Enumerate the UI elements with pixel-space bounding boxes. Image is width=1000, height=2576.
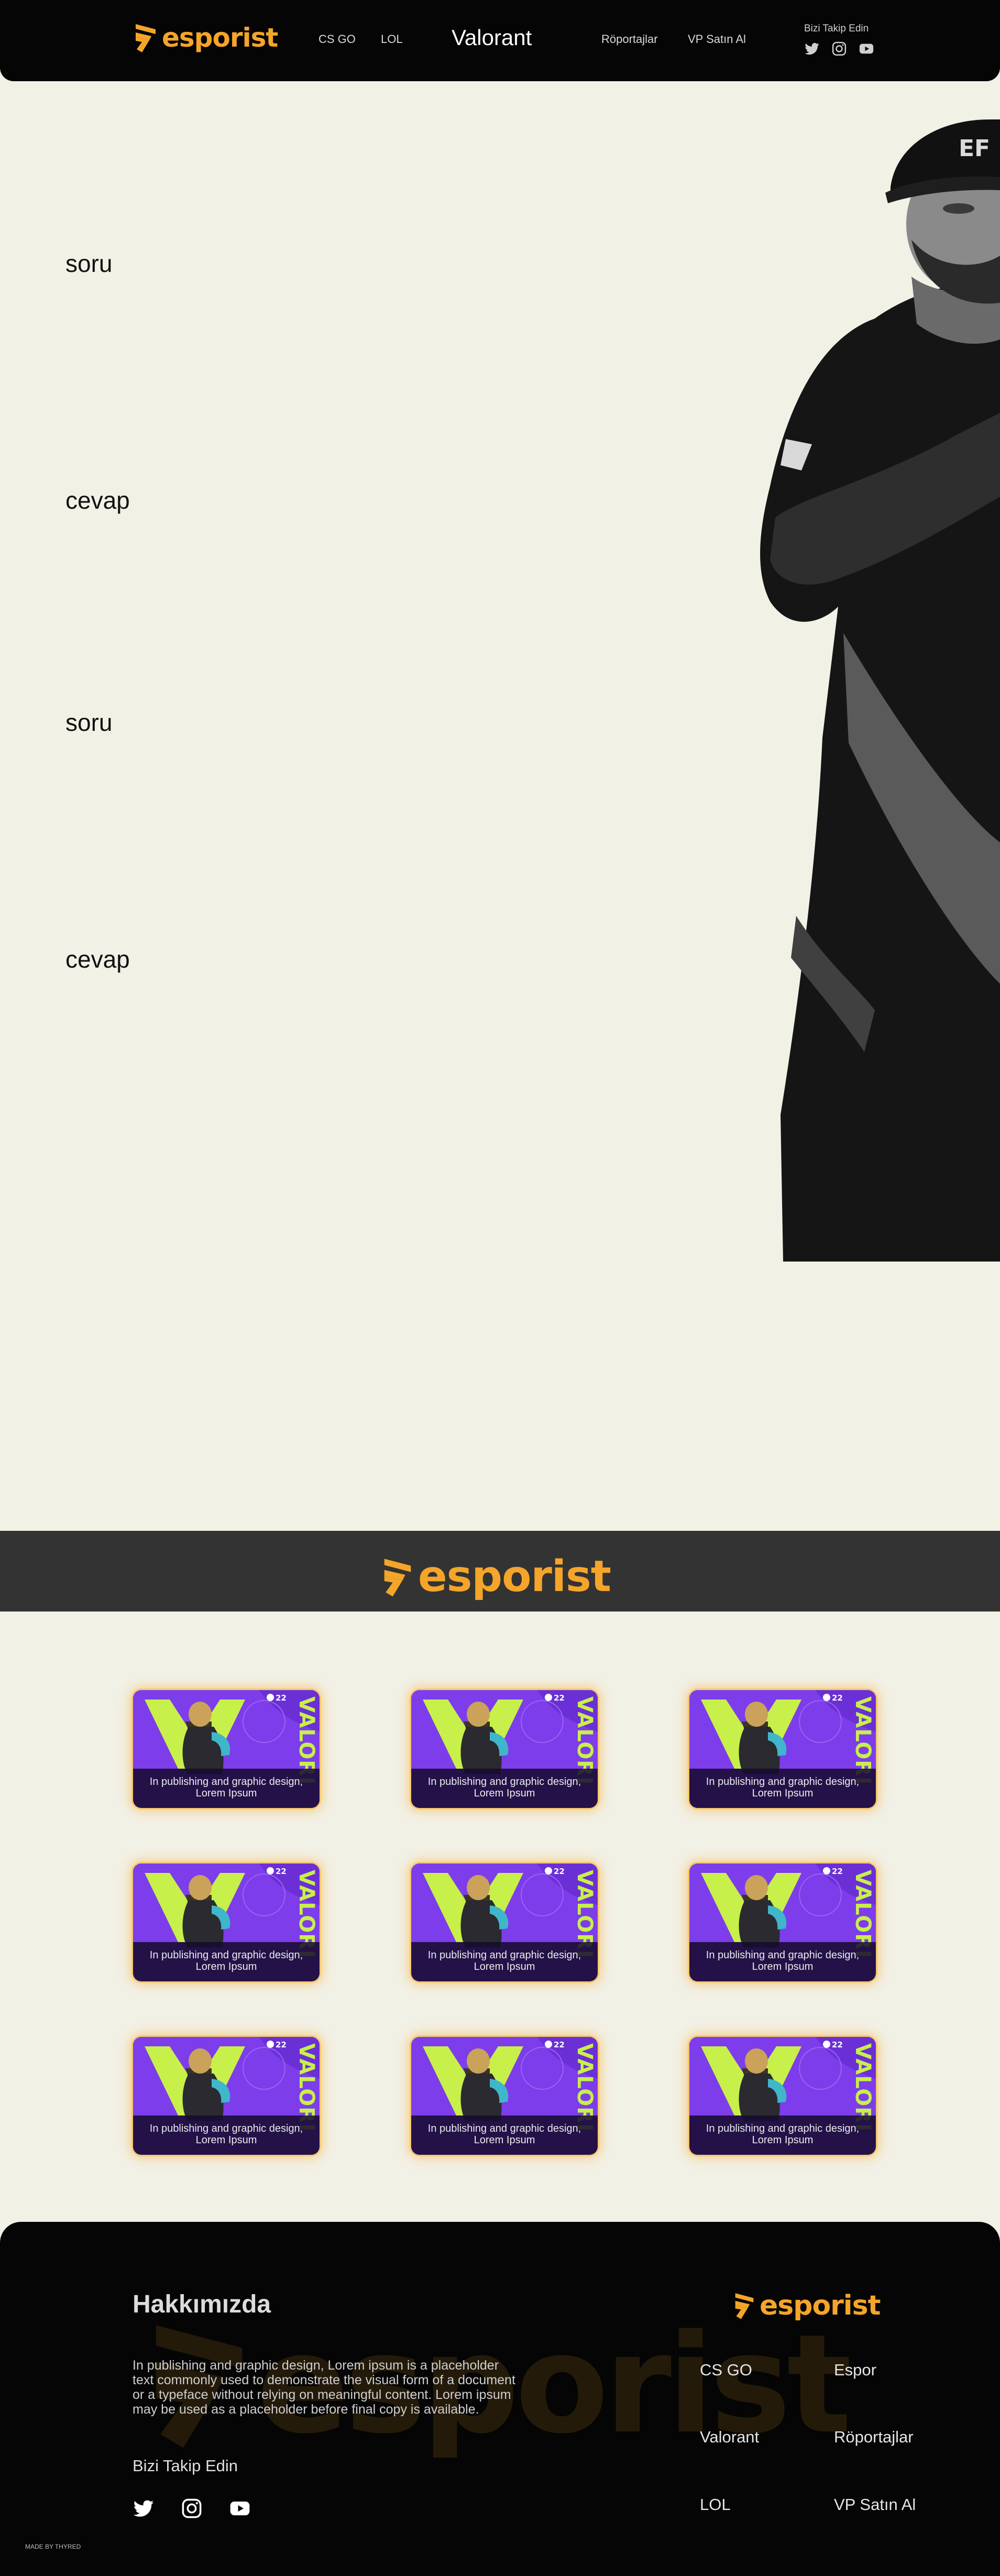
card-caption: In publishing and graphic design, Lorem … [689,1769,876,1808]
banner-logo: esporist [381,1552,611,1602]
footer-social-links [133,2497,251,2522]
about-line: In publishing and graphic design, Lorem … [133,2358,499,2373]
news-card[interactable]: 22 VALORI In publishing and graphic desi… [689,1864,876,1981]
footer-link-espor[interactable]: Espor [834,2361,876,2380]
footer-link-valorant[interactable]: Valorant [700,2428,759,2447]
about-line: or a typeface without relying on meaning… [133,2387,511,2402]
about-title: Hakkımızda [133,2290,271,2318]
nav-roportajlar[interactable]: Röportajlar [601,32,658,46]
card-caption: In publishing and graphic design, Lorem … [133,1942,320,1981]
card-caption: In publishing and graphic design, Lorem … [411,1769,598,1808]
nav-lol[interactable]: LOL [381,32,403,46]
faq-answer: cevap [65,946,130,973]
news-card[interactable]: 22 VALORI In publishing and graphic desi… [411,1864,598,1981]
card-badge: 22 [832,1867,843,1876]
faq-question[interactable]: soru [65,708,112,737]
card-badge: 22 [554,1693,565,1703]
brand-banner: esporist [0,1531,1000,1612]
footer-link-vp-satin-al[interactable]: VP Satın Al [834,2495,916,2514]
twitter-icon[interactable] [804,41,820,59]
card-badge: 22 [554,2040,565,2049]
site-footer: esporist Hakkımızda In publishing and gr… [0,2222,1000,2576]
instagram-icon[interactable] [831,41,847,59]
card-caption: In publishing and graphic design, Lorem … [133,1769,320,1808]
about-text: In publishing and graphic design, Lorem … [133,2358,583,2417]
card-caption: In publishing and graphic design, Lorem … [411,1942,598,1981]
faq-question[interactable]: soru [65,249,112,278]
news-card[interactable]: 22 VALORI In publishing and graphic desi… [133,1864,320,1981]
news-card[interactable]: 22 VALORI In publishing and graphic desi… [133,1690,320,1808]
news-card[interactable]: 22 VALORI In publishing and graphic desi… [689,1690,876,1808]
site-header: esporist CS GO LOL Valorant Röportajlar … [0,0,1000,81]
card-badge: 22 [276,1693,287,1703]
footer-brand-name: esporist [760,2290,881,2321]
player-photo: EF [760,119,1000,1262]
card-badge: 22 [832,2040,843,2049]
instagram-icon[interactable] [181,2497,203,2522]
about-line: may be used as a placeholder before fina… [133,2402,479,2417]
card-badge: 22 [554,1867,565,1876]
brand-name: esporist [162,23,278,53]
nav-valorant[interactable]: Valorant [452,25,532,50]
about-line: text commonly used to demonstrate the vi… [133,2373,515,2387]
footer-link-lol[interactable]: LOL [700,2495,731,2514]
footer-follow-label: Bizi Takip Edin [133,2457,238,2475]
nav-cs-go[interactable]: CS GO [318,32,356,46]
news-card[interactable]: 22 VALORI In publishing and graphic desi… [133,2037,320,2155]
header-social-links [804,41,874,59]
news-card[interactable]: 22 VALORI In publishing and graphic desi… [411,2037,598,2155]
card-caption: In publishing and graphic design, Lorem … [689,1942,876,1981]
esporist-logo-icon [134,22,158,53]
header-logo[interactable]: esporist [134,22,278,53]
news-card[interactable]: 22 VALORI In publishing and graphic desi… [689,2037,876,2155]
footer-link-cs-go[interactable]: CS GO [700,2361,752,2380]
esporist-logo-icon [733,2291,755,2320]
esporist-logo-icon [381,1556,414,1598]
card-badge: 22 [276,2040,287,2049]
card-badge: 22 [276,1867,287,1876]
follow-label: Bizi Takip Edin [804,23,869,34]
youtube-icon[interactable] [859,41,874,59]
card-badge: 22 [832,1693,843,1703]
faq-answer: cevap [65,487,130,514]
footer-link-roportajlar[interactable]: Röportajlar [834,2428,914,2447]
twitter-icon[interactable] [133,2497,155,2522]
card-caption: In publishing and graphic design, Lorem … [411,2115,598,2155]
footer-logo[interactable]: esporist [733,2290,881,2321]
card-caption: In publishing and graphic design, Lorem … [133,2115,320,2155]
card-caption: In publishing and graphic design, Lorem … [689,2115,876,2155]
banner-brand-name: esporist [418,1552,611,1602]
news-card[interactable]: 22 VALORI In publishing and graphic desi… [411,1690,598,1808]
youtube-icon[interactable] [229,2497,251,2522]
svg-text:EF: EF [959,135,990,162]
made-by-credit: MADE BY THYRED [25,2543,81,2550]
nav-vp-satin-al[interactable]: VP Satın Al [688,32,746,46]
